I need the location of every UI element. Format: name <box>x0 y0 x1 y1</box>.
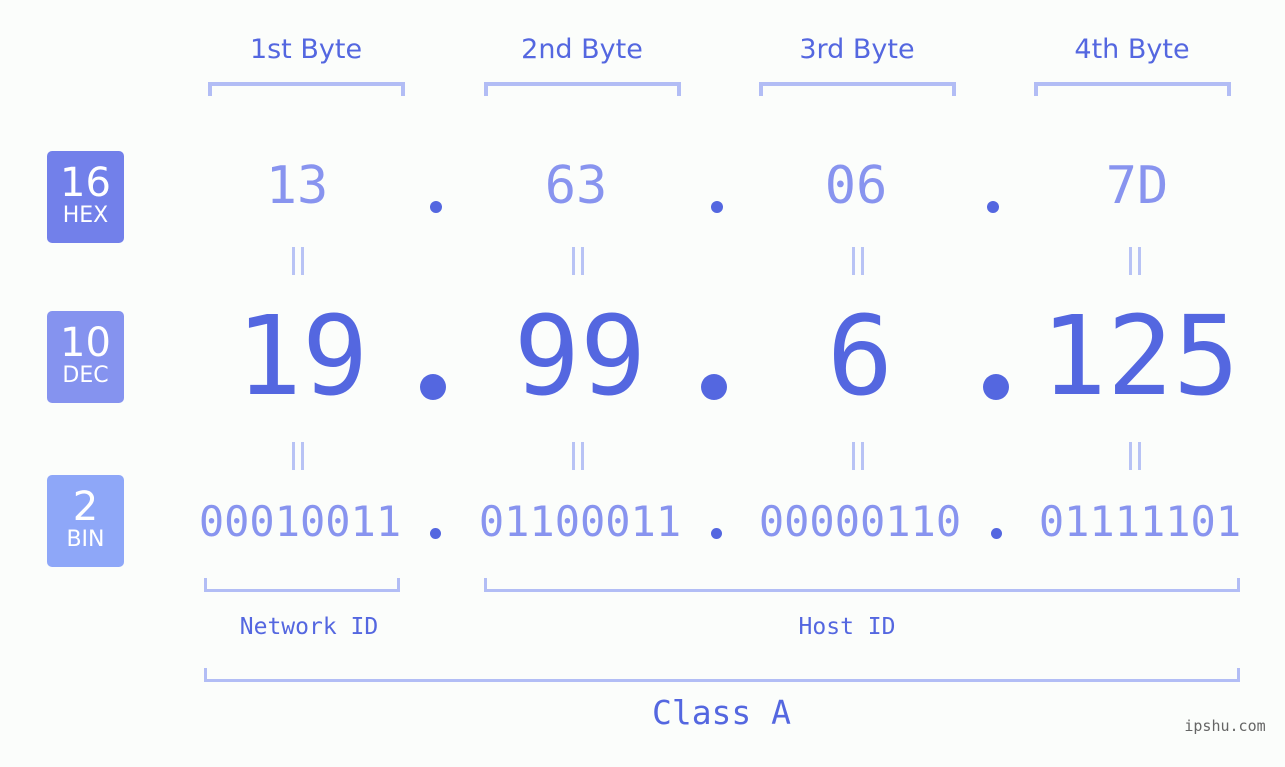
bin-badge-label: BIN <box>66 527 105 552</box>
hex-separator-dot-3 <box>987 201 999 213</box>
equals-icon <box>572 442 584 470</box>
byte-label-4: 4th Byte <box>1074 34 1190 65</box>
hex-value-4: 7D <box>1105 156 1169 216</box>
equals-icon <box>852 442 864 470</box>
hex-badge: 16 HEX <box>47 151 124 243</box>
equals-icon <box>292 442 304 470</box>
equals-icon <box>1129 442 1141 470</box>
host-id-label: Host ID <box>798 614 896 640</box>
hex-value-1: 13 <box>265 156 329 216</box>
bin-value-1: 00010011 <box>198 497 402 546</box>
hex-separator-dot-2 <box>711 201 723 213</box>
class-label: Class A <box>651 693 792 732</box>
dec-value-3: 6 <box>826 292 894 420</box>
network-id-label: Network ID <box>239 614 379 640</box>
watermark: ipshu.com <box>1184 717 1266 735</box>
class-bracket <box>204 668 1240 682</box>
byte-label-1: 1st Byte <box>249 34 363 65</box>
dec-badge: 10 DEC <box>47 311 124 403</box>
byte-label-3: 3rd Byte <box>799 34 915 65</box>
equals-icon <box>572 247 584 275</box>
hex-value-2: 63 <box>544 156 608 216</box>
bin-separator-dot-2 <box>711 528 722 539</box>
dec-separator-dot-1 <box>420 374 446 400</box>
bin-separator-dot-3 <box>991 528 1002 539</box>
dec-separator-dot-2 <box>701 374 727 400</box>
byte-bracket-2 <box>484 82 681 96</box>
bin-badge: 2 BIN <box>47 475 124 567</box>
byte-bracket-4 <box>1034 82 1231 96</box>
dec-badge-label: DEC <box>62 363 109 388</box>
bin-value-4: 01111101 <box>1038 497 1242 546</box>
bin-value-3: 00000110 <box>758 497 962 546</box>
bin-value-2: 01100011 <box>478 497 682 546</box>
equals-icon <box>852 247 864 275</box>
hex-separator-dot-1 <box>430 201 442 213</box>
byte-label-2: 2nd Byte <box>521 34 643 65</box>
hex-value-3: 06 <box>824 156 888 216</box>
byte-bracket-3 <box>759 82 956 96</box>
byte-bracket-1 <box>208 82 405 96</box>
dec-value-4: 125 <box>1040 292 1240 420</box>
dec-value-1: 19 <box>235 292 369 420</box>
bin-separator-dot-1 <box>430 528 441 539</box>
network-id-bracket <box>204 578 400 592</box>
dec-value-2: 99 <box>513 292 647 420</box>
equals-icon <box>292 247 304 275</box>
dec-separator-dot-3 <box>983 374 1009 400</box>
dec-badge-number: 10 <box>60 320 111 366</box>
hex-badge-number: 16 <box>60 160 111 206</box>
bin-badge-number: 2 <box>72 484 99 530</box>
hex-badge-label: HEX <box>62 203 109 228</box>
host-id-bracket <box>484 578 1240 592</box>
equals-icon <box>1129 247 1141 275</box>
